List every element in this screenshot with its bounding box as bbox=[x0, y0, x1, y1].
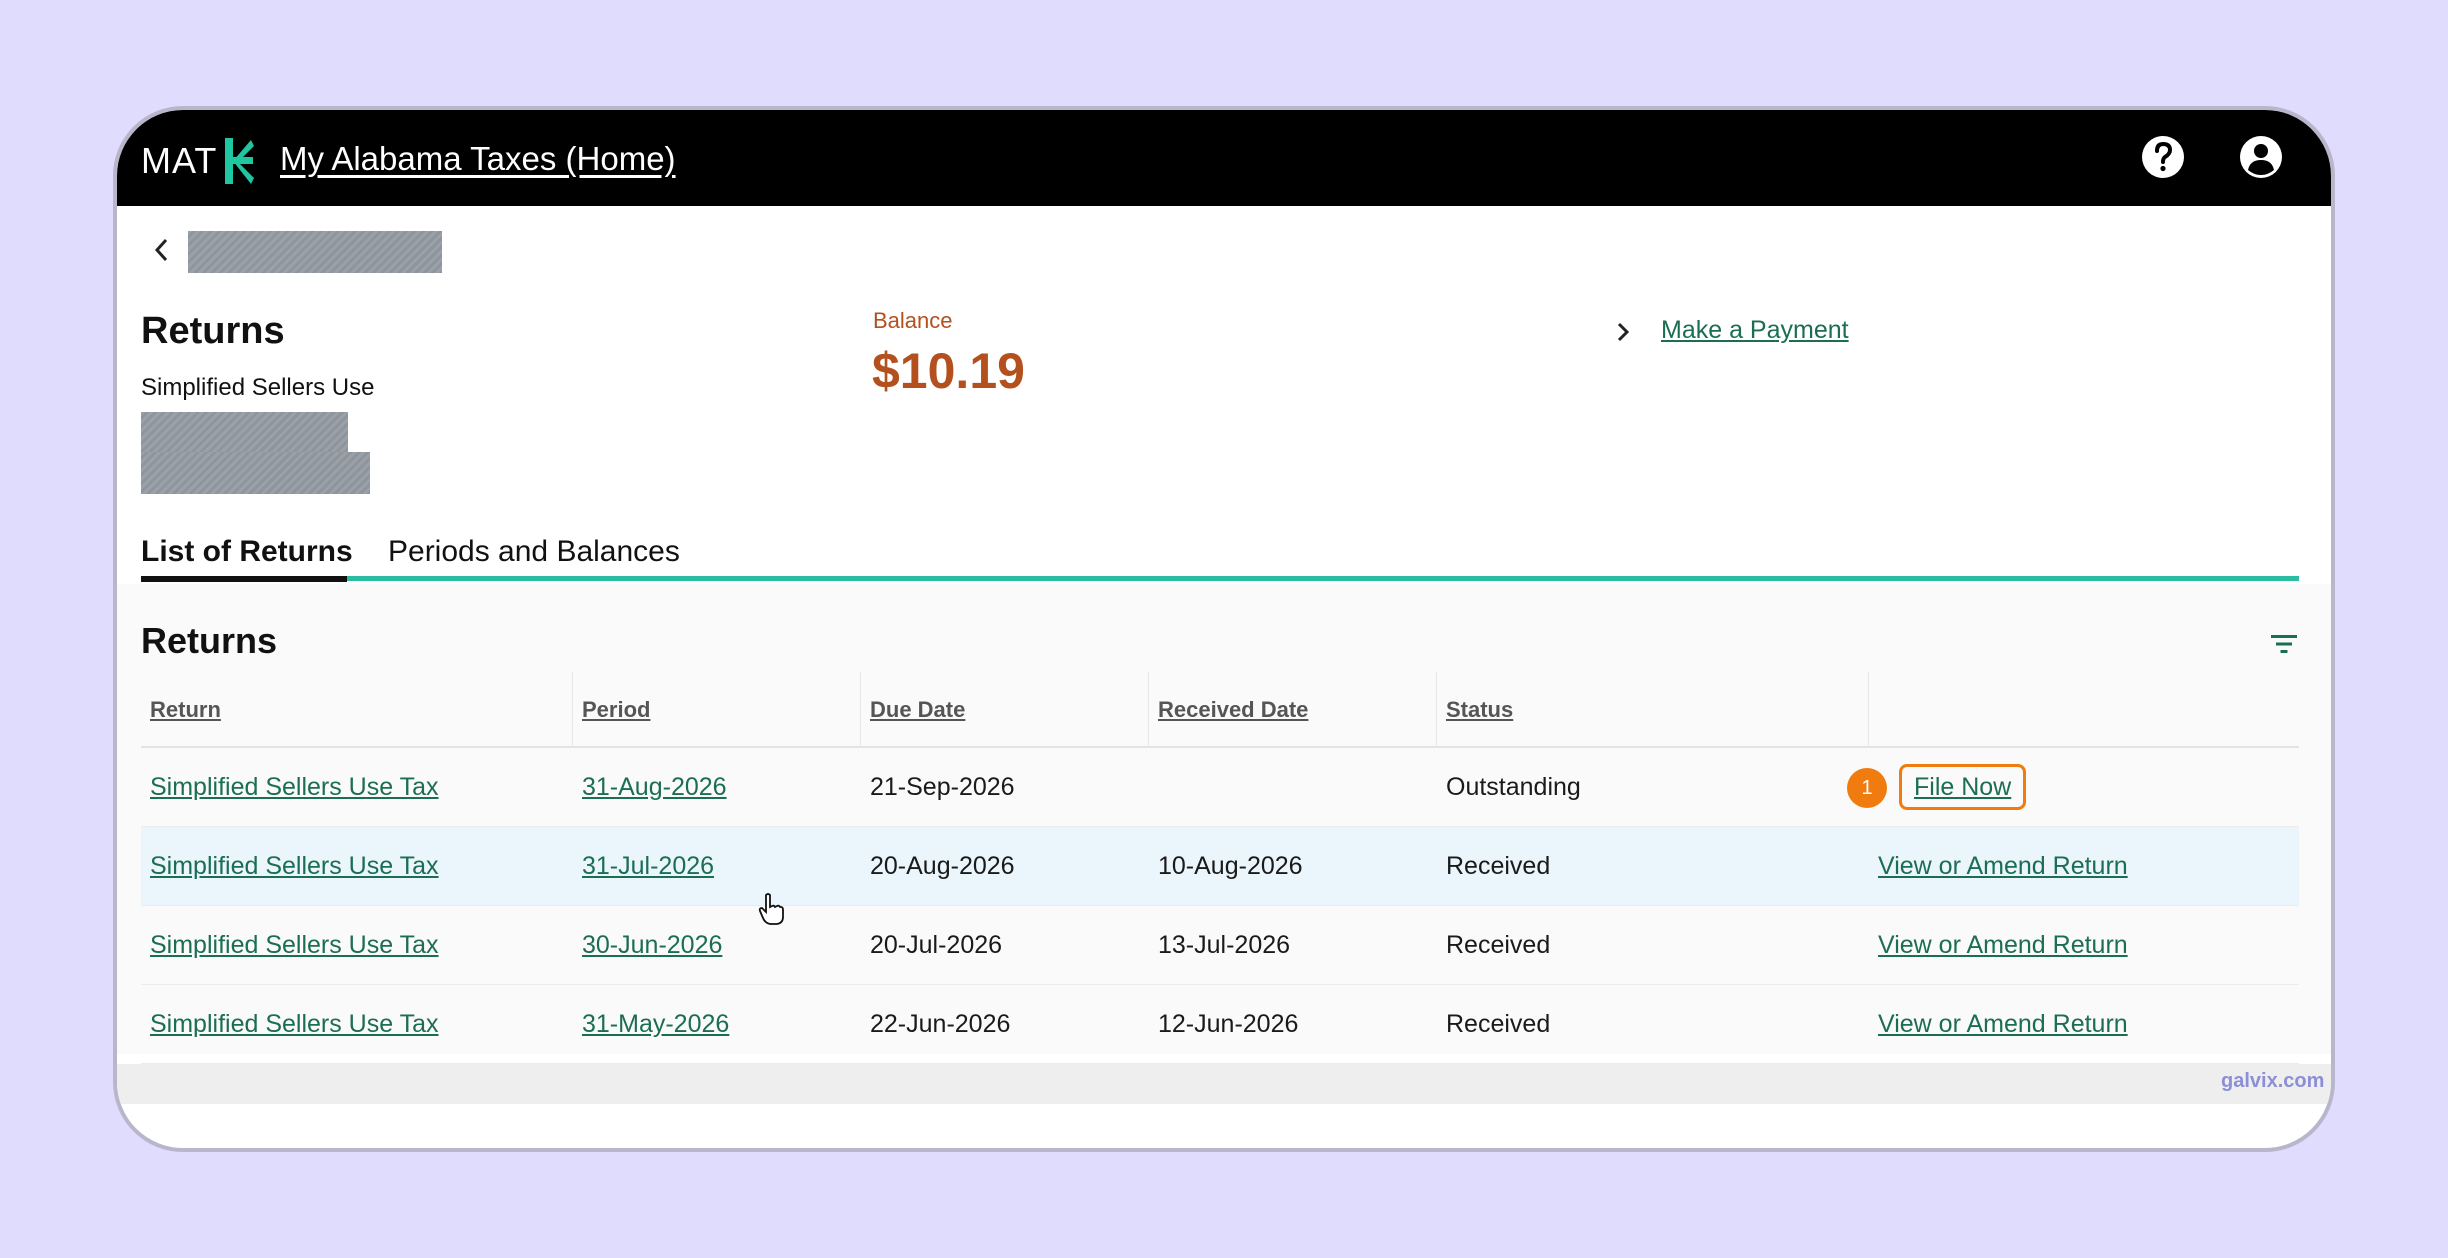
tab-periods-and-balances[interactable]: Periods and Balances bbox=[388, 535, 680, 569]
redacted-account-line-1 bbox=[141, 412, 348, 452]
period-link[interactable]: 31-May-2026 bbox=[582, 1010, 729, 1039]
table-row: Simplified Sellers Use Tax 30-Jun-2026 2… bbox=[141, 906, 2299, 985]
logo-text: MAT bbox=[141, 140, 218, 181]
user-circle-icon[interactable] bbox=[2238, 134, 2284, 180]
tab-list-of-returns[interactable]: List of Returns bbox=[141, 535, 353, 569]
period-link[interactable]: 31-Aug-2026 bbox=[582, 773, 727, 802]
hand-pointer-icon bbox=[758, 893, 784, 925]
mat-k-logo-icon bbox=[225, 138, 255, 184]
redacted-account-line-2 bbox=[141, 452, 370, 494]
file-now-button[interactable]: File Now bbox=[1899, 764, 2027, 810]
app-window: MAT My Alabama Taxes (Home) Returns Simp… bbox=[113, 106, 2335, 1152]
table-row: Simplified Sellers Use Tax 31-May-2026 2… bbox=[141, 985, 2299, 1064]
tab-divider bbox=[347, 576, 2299, 581]
table-row: Simplified Sellers Use Tax 31-Jul-2026 2… bbox=[141, 827, 2299, 906]
top-navigation-bar: MAT My Alabama Taxes (Home) bbox=[117, 110, 2331, 206]
view-or-amend-link[interactable]: View or Amend Return bbox=[1878, 931, 2128, 960]
due-date: 22-Jun-2026 bbox=[870, 1010, 1011, 1038]
chevron-left-icon[interactable] bbox=[151, 235, 171, 265]
account-type-label: Simplified Sellers Use bbox=[141, 374, 375, 401]
received-date bbox=[1149, 748, 1158, 827]
column-header-status[interactable]: Status bbox=[1437, 672, 1869, 748]
received-date: 12-Jun-2026 bbox=[1158, 1010, 1299, 1038]
page-title: Returns bbox=[141, 310, 285, 352]
return-name-link[interactable]: Simplified Sellers Use Tax bbox=[150, 852, 439, 881]
make-payment-link[interactable]: Make a Payment bbox=[1661, 316, 1849, 345]
return-name-link[interactable]: Simplified Sellers Use Tax bbox=[150, 773, 439, 802]
column-header-actions bbox=[1869, 672, 2299, 748]
step-number-badge: 1 bbox=[1847, 768, 1887, 808]
status-text: Outstanding bbox=[1446, 773, 1581, 801]
return-name-link[interactable]: Simplified Sellers Use Tax bbox=[150, 931, 439, 960]
column-header-period[interactable]: Period bbox=[573, 672, 861, 748]
due-date: 20-Jul-2026 bbox=[870, 931, 1003, 959]
question-circle-icon[interactable] bbox=[2140, 134, 2186, 180]
balance-amount: $10.19 bbox=[872, 343, 1025, 399]
received-date: 10-Aug-2026 bbox=[1158, 852, 1303, 880]
status-text: Received bbox=[1446, 852, 1551, 880]
period-link[interactable]: 30-Jun-2026 bbox=[582, 931, 722, 960]
return-name-link[interactable]: Simplified Sellers Use Tax bbox=[150, 1010, 439, 1039]
column-header-received-date[interactable]: Received Date bbox=[1149, 672, 1437, 748]
received-date: 13-Jul-2026 bbox=[1158, 931, 1291, 959]
due-date: 20-Aug-2026 bbox=[870, 852, 1015, 880]
footer-bar bbox=[117, 1064, 2331, 1104]
status-text: Received bbox=[1446, 1010, 1551, 1038]
returns-table: Return Period Due Date Received Date Sta… bbox=[141, 672, 2299, 1064]
period-link[interactable]: 31-Jul-2026 bbox=[582, 852, 714, 881]
table-header: Return Period Due Date Received Date Sta… bbox=[141, 672, 2299, 748]
view-or-amend-link[interactable]: View or Amend Return bbox=[1878, 852, 2128, 881]
chevron-right-icon bbox=[1617, 322, 1630, 342]
mat-logo[interactable]: MAT bbox=[141, 136, 255, 186]
home-link[interactable]: My Alabama Taxes (Home) bbox=[280, 140, 676, 178]
column-header-return[interactable]: Return bbox=[141, 672, 573, 748]
due-date: 21-Sep-2026 bbox=[870, 773, 1015, 801]
returns-section-title: Returns bbox=[141, 620, 278, 661]
redacted-breadcrumb bbox=[188, 231, 442, 273]
balance-label: Balance bbox=[873, 308, 953, 333]
table-row: Simplified Sellers Use Tax 31-Aug-2026 2… bbox=[141, 748, 2299, 827]
column-header-due-date[interactable]: Due Date bbox=[861, 672, 1149, 748]
active-tab-indicator bbox=[141, 576, 347, 582]
view-or-amend-link[interactable]: View or Amend Return bbox=[1878, 1010, 2128, 1039]
watermark: galvix.com bbox=[2221, 1070, 2325, 1092]
filter-icon[interactable] bbox=[2268, 628, 2300, 660]
status-text: Received bbox=[1446, 931, 1551, 959]
